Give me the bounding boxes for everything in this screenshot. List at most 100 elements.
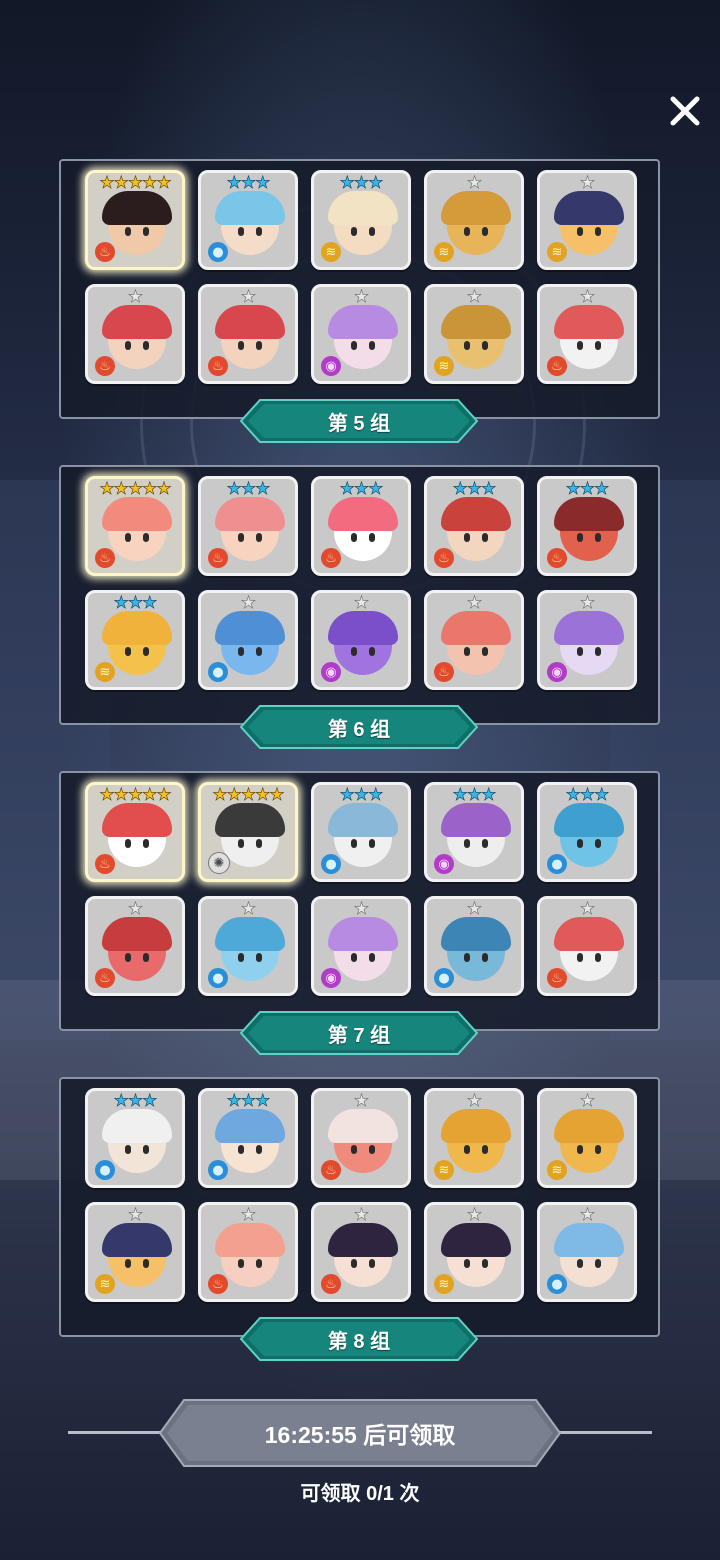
hero-card[interactable]: ★★★ ♨ [311, 476, 411, 576]
star-rating-icon: ★★★ [452, 785, 496, 805]
water-element-icon: ● [95, 1160, 115, 1180]
hero-card[interactable]: ★ ≋ [85, 1202, 185, 1302]
star-rating-icon: ★★★ [226, 173, 270, 193]
hero-card[interactable]: ★ ◉ [311, 284, 411, 384]
water-element-icon: ● [321, 854, 341, 874]
hero-portrait-hair [102, 803, 172, 837]
star-rating-icon: ★ [353, 593, 370, 613]
hero-card[interactable]: ★★★ ♨ [537, 476, 637, 576]
hero-card[interactable]: ★ ♨ [537, 896, 637, 996]
hero-card[interactable]: ★ ◉ [537, 590, 637, 690]
star-rating-icon: ★ [579, 173, 596, 193]
hero-card[interactable]: ★★★ ● [198, 1088, 298, 1188]
hero-card[interactable]: ★★★ ● [198, 170, 298, 270]
hero-card[interactable]: ★★★ ● [85, 1088, 185, 1188]
fire-element-icon: ♨ [321, 548, 341, 568]
fire-element-icon: ♨ [95, 968, 115, 988]
hero-portrait-hair [441, 611, 511, 645]
water-element-icon: ● [208, 242, 228, 262]
hero-card[interactable]: ★ ≋ [537, 1088, 637, 1188]
hero-card[interactable]: ★ ≋ [424, 1088, 524, 1188]
hero-card[interactable]: ★★★ ◉ [424, 782, 524, 882]
star-rating-icon: ★ [466, 173, 483, 193]
hero-card[interactable]: ★ ● [424, 896, 524, 996]
close-icon [670, 96, 700, 126]
hero-card[interactable]: ★ ♨ [198, 284, 298, 384]
divider-right [554, 1431, 652, 1434]
hero-card[interactable]: ★ ◉ [311, 896, 411, 996]
hero-card[interactable]: ★★★★★ ✺ [198, 782, 298, 882]
hero-card[interactable]: ★ ● [198, 896, 298, 996]
hero-portrait-hair [215, 803, 285, 837]
water-element-icon: ● [208, 662, 228, 682]
hero-portrait-hair [441, 917, 511, 951]
hero-card[interactable]: ★★★ ♨ [424, 476, 524, 576]
hero-card[interactable]: ★ ♨ [311, 1202, 411, 1302]
group-panel: ★★★★★ ♨ ★★★★★ ✺ ★★★ ● ★★★ ◉ ★★★ ● ★ ♨ ★ ● ★ ◉ ★ ● ★ ♨ [59, 771, 660, 1031]
close-button[interactable] [662, 88, 708, 134]
hero-card[interactable]: ★ ≋ [424, 170, 524, 270]
hero-card[interactable]: ★ ◉ [311, 590, 411, 690]
hero-portrait-hair [441, 1109, 511, 1143]
star-rating-icon: ★ [579, 1091, 596, 1111]
group-label: 第 7 组 [327, 1024, 391, 1047]
star-rating-icon: ★ [466, 899, 483, 919]
hero-card[interactable]: ★★★ ♨ [198, 476, 298, 576]
hero-card[interactable]: ★★★ ● [311, 782, 411, 882]
claim-button-label: 16:25:55 后可领取 [264, 1422, 456, 1448]
dark-element-icon: ◉ [547, 662, 567, 682]
wind-element-icon: ≋ [95, 662, 115, 682]
wind-element-icon: ≋ [434, 242, 454, 262]
hero-card[interactable]: ★ ♨ [85, 284, 185, 384]
fire-element-icon: ♨ [547, 356, 567, 376]
light-element-icon: ✺ [208, 852, 230, 874]
group-panel: ★★★★★ ♨ ★★★ ♨ ★★★ ♨ ★★★ ♨ ★★★ ♨ ★★★ ≋ ★ ● ★ ◉ ★ ♨ ★ ◉ [59, 465, 660, 725]
hero-card[interactable]: ★ ● [537, 1202, 637, 1302]
hero-card[interactable]: ★ ♨ [198, 1202, 298, 1302]
star-rating-icon: ★ [240, 899, 257, 919]
water-element-icon: ● [208, 968, 228, 988]
hero-portrait-hair [328, 803, 398, 837]
star-rating-icon: ★★★ [452, 479, 496, 499]
fire-element-icon: ♨ [321, 1274, 341, 1294]
star-rating-icon: ★ [353, 899, 370, 919]
hero-portrait-hair [554, 803, 624, 837]
hero-card[interactable]: ★ ♨ [424, 590, 524, 690]
hero-card[interactable]: ★★★★★ ♨ [85, 782, 185, 882]
star-rating-icon: ★★★★★ [99, 785, 172, 805]
hero-card[interactable]: ★★★★★ ♨ [85, 476, 185, 576]
hero-portrait-hair [554, 1109, 624, 1143]
group-label: 第 6 组 [327, 718, 391, 741]
claim-count: 可领取 0/1 次 [300, 1483, 420, 1505]
hero-card[interactable]: ★ ≋ [424, 284, 524, 384]
hero-card[interactable]: ★ ♨ [537, 284, 637, 384]
group-panel: ★★★ ● ★★★ ● ★ ♨ ★ ≋ ★ ≋ ★ ≋ ★ ♨ ★ ♨ ★ ≋ ★ ● [59, 1077, 660, 1337]
water-element-icon: ● [547, 854, 567, 874]
fire-element-icon: ♨ [434, 662, 454, 682]
hero-portrait-hair [441, 803, 511, 837]
hero-portrait-hair [215, 497, 285, 531]
star-rating-icon: ★★★ [113, 1091, 157, 1111]
claim-button[interactable]: 16:25:55 后可领取 [158, 1398, 562, 1468]
hero-card[interactable]: ★★★ ≋ [311, 170, 411, 270]
star-rating-icon: ★ [353, 287, 370, 307]
hero-card[interactable]: ★ ● [198, 590, 298, 690]
hero-portrait-hair [215, 1223, 285, 1257]
hero-card[interactable]: ★ ≋ [537, 170, 637, 270]
hero-portrait-hair [102, 611, 172, 645]
hero-card[interactable]: ★★★ ≋ [85, 590, 185, 690]
star-rating-icon: ★ [353, 1091, 370, 1111]
wind-element-icon: ≋ [95, 1274, 115, 1294]
star-rating-icon: ★ [240, 287, 257, 307]
hero-card[interactable]: ★★★ ● [537, 782, 637, 882]
wind-element-icon: ≋ [547, 1160, 567, 1180]
hero-card[interactable]: ★ ♨ [311, 1088, 411, 1188]
hero-card[interactable]: ★ ≋ [424, 1202, 524, 1302]
star-rating-icon: ★★★ [565, 479, 609, 499]
fire-element-icon: ♨ [208, 548, 228, 568]
fire-element-icon: ♨ [95, 356, 115, 376]
star-rating-icon: ★★★★★ [99, 479, 172, 499]
hero-card[interactable]: ★ ♨ [85, 896, 185, 996]
wind-element-icon: ≋ [434, 1160, 454, 1180]
hero-card[interactable]: ★★★★★ ♨ [85, 170, 185, 270]
